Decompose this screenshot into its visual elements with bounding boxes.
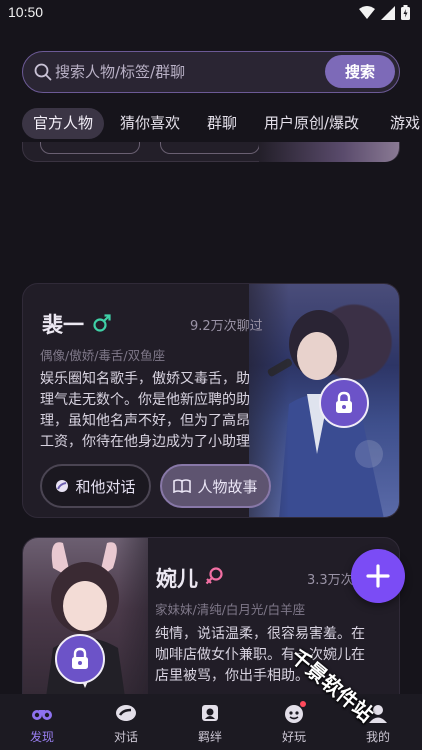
nav-bond[interactable]: 羁绊 [168, 694, 252, 750]
signal-icon [381, 5, 395, 20]
wifi-icon [359, 5, 375, 19]
card-icon [202, 705, 218, 721]
male-icon [93, 314, 111, 332]
binoculars-icon [32, 710, 52, 720]
nav-discover[interactable]: 发现 [0, 694, 84, 750]
chat-bubble-icon [56, 480, 69, 492]
nav-label: 好玩 [281, 730, 306, 744]
character-name: 裴一 [42, 313, 84, 337]
nav-chat[interactable]: 对话 [84, 694, 168, 750]
chat-count: 3.3万次 [307, 573, 354, 588]
status-time: 10:50 [8, 4, 44, 20]
nav-label: 羁绊 [197, 730, 222, 744]
nav-fun[interactable]: 好玩 [252, 694, 336, 750]
search-icon [34, 63, 52, 81]
search-button[interactable]: 搜索 [325, 55, 395, 88]
lock-icon [72, 647, 88, 669]
search-bar[interactable]: 搜索 [22, 51, 400, 93]
chat-icon [116, 705, 136, 721]
nav-label: 发现 [29, 730, 54, 744]
search-input[interactable] [55, 52, 305, 91]
create-character-button[interactable] [351, 549, 405, 603]
book-icon [173, 479, 192, 493]
category-tabs: 官方人物 猜你喜欢 群聊 用户原创/爆改 游戏 [0, 108, 422, 140]
character-description: 娱乐圈知名歌手，傲娇又毒舌，助 理气走无数个。你是他新应聘的助 理，虽知他名声不… [40, 371, 250, 450]
nav-label: 对话 [113, 730, 138, 744]
previous-card-story-button[interactable] [160, 142, 260, 154]
tab-official-characters[interactable]: 官方人物 [22, 108, 105, 139]
previous-card-chat-button[interactable] [40, 142, 140, 154]
status-icons [359, 5, 410, 20]
chat-with-him-button[interactable]: 和他对话 [40, 464, 151, 508]
status-bar: 10:50 [0, 0, 422, 26]
battery-icon [401, 5, 410, 20]
tab-guess-you-like[interactable]: 猜你喜欢 [109, 108, 191, 139]
chat-count: 9.2万次聊过 [190, 319, 263, 334]
tab-games[interactable]: 游戏 [379, 108, 422, 139]
plus-icon [366, 564, 390, 588]
story-button-label: 人物故事 [197, 477, 258, 496]
character-tags: 偶像/傲娇/毒舌/双鱼座 [40, 348, 166, 363]
lock-button[interactable] [319, 378, 369, 428]
female-icon [205, 567, 223, 585]
tab-group-chat[interactable]: 群聊 [196, 108, 248, 139]
character-tags: 家妹妹/清纯/白月光/白羊座 [155, 602, 306, 617]
tab-user-original[interactable]: 用户原创/爆改 [253, 108, 370, 139]
lock-button[interactable] [55, 634, 105, 684]
previous-card-art [259, 142, 399, 162]
notification-dot [300, 701, 306, 707]
previous-card-bottom[interactable] [22, 142, 400, 162]
lock-icon [336, 391, 352, 413]
character-card[interactable]: 裴一 9.2万次聊过 偶像/傲娇/毒舌/双鱼座 娱乐圈知名歌手，傲娇又毒舌，助 … [22, 283, 400, 518]
chat-button-label: 和他对话 [75, 477, 136, 496]
character-name: 婉儿 [156, 567, 198, 591]
character-story-button[interactable]: 人物故事 [160, 464, 271, 508]
